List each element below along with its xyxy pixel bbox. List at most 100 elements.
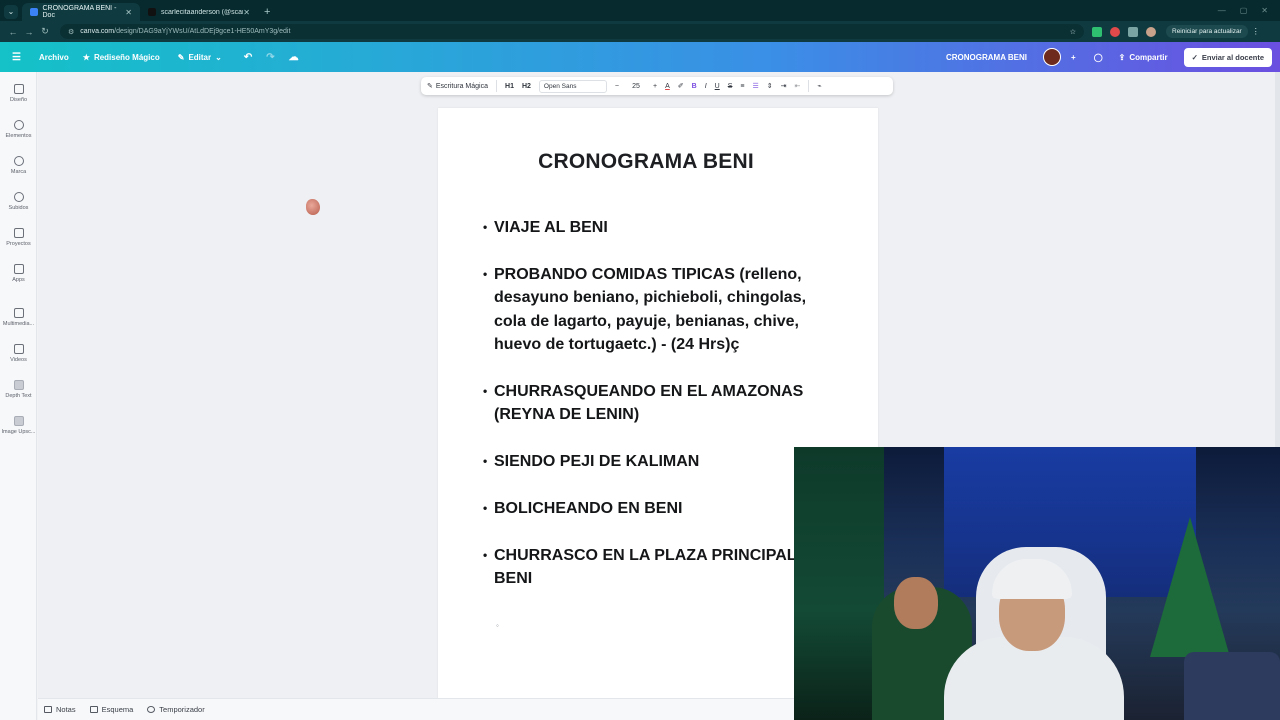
undo-icon[interactable]: ↶ <box>244 52 252 63</box>
notes-icon <box>44 706 52 713</box>
text-height-icon[interactable]: ⇕ <box>767 82 773 90</box>
list-item[interactable]: CHURRASQUEANDO EN EL AMAZONAS (REYNA DE … <box>483 380 828 427</box>
restart-update-button[interactable]: Reiniciar para actualizar <box>1166 25 1248 38</box>
italic-button[interactable]: I <box>705 83 707 90</box>
font-size-increase-button[interactable]: + <box>653 83 657 90</box>
align-left-icon[interactable]: ≡ <box>740 83 744 90</box>
magic-pen-icon: ✎ <box>427 83 433 90</box>
sidebar-item-label: Depth Text <box>5 393 32 399</box>
rediseno-magico-button[interactable]: ★ Rediseño Mágico <box>83 53 160 62</box>
sidebar-item-apps[interactable]: Apps <box>0 264 37 283</box>
magic-write-button[interactable]: ✎ Escritura Mágica <box>427 82 489 91</box>
timer-icon <box>147 706 156 713</box>
sidebar-item-elementos[interactable]: Elementos <box>0 120 37 139</box>
empty-sub-bullet[interactable]: ◦ <box>496 621 499 630</box>
extensions-puzzle-icon[interactable] <box>1128 26 1138 37</box>
menu-icon[interactable]: ☰ <box>12 52 21 63</box>
back-icon[interactable]: ← <box>6 27 20 37</box>
minimize-icon[interactable]: — <box>1218 6 1226 15</box>
close-window-icon[interactable]: ✕ <box>1261 6 1268 15</box>
vertical-scrollbar[interactable] <box>1275 72 1280 447</box>
tab-search-button[interactable]: ⌄ <box>4 5 18 19</box>
indent-icon[interactable]: ⇥ <box>781 82 787 90</box>
font-size-input[interactable]: 25 <box>627 83 645 90</box>
site-info-icon[interactable]: ⚙ <box>68 28 74 36</box>
webcam-overlay <box>794 447 1280 720</box>
redo-icon[interactable]: ↷ <box>266 52 274 63</box>
maximize-icon[interactable]: ▢ <box>1240 6 1248 15</box>
sidebar-item-diseno[interactable]: Diseño <box>0 84 37 103</box>
strikethrough-button[interactable]: S <box>728 83 733 90</box>
enviar-al-docente-button[interactable]: ✓ Enviar al docente <box>1183 47 1272 67</box>
bold-button[interactable]: B <box>692 83 697 90</box>
sidebar-item-label: Image Upsc... <box>1 429 36 435</box>
highlight-icon[interactable]: ✐ <box>678 82 684 90</box>
webcam-sofa <box>1184 652 1280 720</box>
sidebar-item-label: Videos <box>10 357 27 363</box>
tab-title: scarlecitaanderson (@scarlehta <box>161 8 243 16</box>
list-item[interactable]: SIENDO PEJI DE KALIMAN <box>483 450 828 474</box>
sidebar-item-label: Diseño <box>9 97 28 103</box>
profile-avatar-icon[interactable] <box>1146 26 1156 37</box>
style-copy-icon[interactable]: ⌁ <box>817 82 821 90</box>
cloud-save-icon[interactable]: ☁ <box>289 52 299 63</box>
extension-icon[interactable] <box>1110 26 1120 37</box>
brand-icon <box>13 156 24 166</box>
url-path: /design/DAG9aYjYWsU/AtLdDEj9gce1-HE50AmY… <box>114 28 291 35</box>
left-sidebar: Diseño Elementos Marca Subidos Proyectos… <box>0 72 37 720</box>
floating-sticker-image[interactable] <box>306 199 320 215</box>
close-tab-icon[interactable]: ✕ <box>125 8 132 17</box>
bullet-list-icon[interactable]: ☰ <box>753 82 759 90</box>
bottom-bar: Notas Esquema Temporizador <box>38 698 794 720</box>
sidebar-item-multimedia[interactable]: Multimedia... <box>0 308 37 327</box>
sidebar-item-videos[interactable]: Videos <box>0 344 37 363</box>
document-title[interactable]: CRONOGRAMA BENI <box>946 53 1027 62</box>
underline-button[interactable]: U <box>715 83 720 90</box>
heading2-button[interactable]: H2 <box>522 83 531 90</box>
url-input[interactable]: ⚙ canva.com/design/DAG9aYjYWsU/AtLdDEj9g… <box>60 24 1084 39</box>
avatar[interactable] <box>1043 48 1062 66</box>
text-color-icon[interactable]: A <box>665 83 670 90</box>
magic-write-label: Escritura Mágica <box>435 82 489 90</box>
sidebar-item-label: Marca <box>10 169 27 175</box>
compartir-button[interactable]: ⇪ Compartir <box>1113 50 1174 65</box>
list-item[interactable]: CHURRASCO EN LA PLAZA PRINCIPAL DE BENI <box>483 544 828 591</box>
list-item[interactable]: VIAJE AL BENI <box>483 216 828 240</box>
bookmark-star-icon[interactable]: ☆ <box>1070 28 1076 36</box>
reload-icon[interactable]: ↻ <box>38 26 52 37</box>
sidebar-item-depth-text[interactable]: Depth Text <box>0 380 37 399</box>
heading1-button[interactable]: H1 <box>505 83 514 90</box>
editar-label: Editar <box>188 52 212 62</box>
page-title[interactable]: CRONOGRAMA BENI <box>438 150 854 174</box>
browser-tab-tiktok[interactable]: scarlecitaanderson (@scarlehta ✕ <box>140 3 258 21</box>
close-tab-icon[interactable]: ✕ <box>243 8 250 17</box>
header-right: CRONOGRAMA BENI + ◯ ⇪ Compartir ✓ Enviar… <box>946 47 1280 67</box>
font-size-decrease-button[interactable]: − <box>615 83 619 90</box>
sidebar-item-image-upscaler[interactable]: Image Upsc... <box>0 416 37 435</box>
browser-tab-canva[interactable]: CRONOGRAMA BENI - Doc ✕ <box>22 3 140 21</box>
esquema-button[interactable]: Esquema <box>89 705 133 714</box>
font-family-select[interactable]: Open Sans <box>538 79 607 93</box>
bullet-list[interactable]: VIAJE AL BENI PROBANDO COMIDAS TIPICAS (… <box>483 216 828 614</box>
shapes-icon <box>13 120 24 130</box>
new-tab-icon[interactable]: + <box>264 6 270 18</box>
temporizador-button[interactable]: Temporizador <box>147 705 205 714</box>
sidebar-item-subidos[interactable]: Subidos <box>0 192 37 211</box>
comment-icon[interactable]: ◯ <box>1094 53 1103 62</box>
temporizador-label: Temporizador <box>159 705 205 714</box>
list-item[interactable]: PROBANDO COMIDAS TIPICAS (relleno, desay… <box>483 263 828 357</box>
add-collaborator-icon[interactable]: + <box>1071 53 1076 62</box>
sidebar-item-proyectos[interactable]: Proyectos <box>0 228 37 247</box>
canva-favicon <box>30 8 38 16</box>
sidebar-item-marca[interactable]: Marca <box>0 156 37 175</box>
list-item[interactable]: BOLICHEANDO EN BENI <box>483 497 828 521</box>
forward-icon[interactable]: → <box>22 27 36 37</box>
extension-icon[interactable] <box>1092 26 1102 37</box>
editar-button[interactable]: ✎ Editar ⌄ <box>178 53 222 62</box>
outdent-icon[interactable]: ⇤ <box>795 82 801 90</box>
notas-button[interactable]: Notas <box>44 705 76 714</box>
archivo-button[interactable]: Archivo <box>39 53 69 62</box>
browser-address-bar: ← → ↻ ⚙ canva.com/design/DAG9aYjYWsU/AtL… <box>0 21 1280 42</box>
sidebar-item-label: Multimedia... <box>2 321 35 327</box>
browser-menu-icon[interactable]: ⋮ <box>1252 27 1260 36</box>
